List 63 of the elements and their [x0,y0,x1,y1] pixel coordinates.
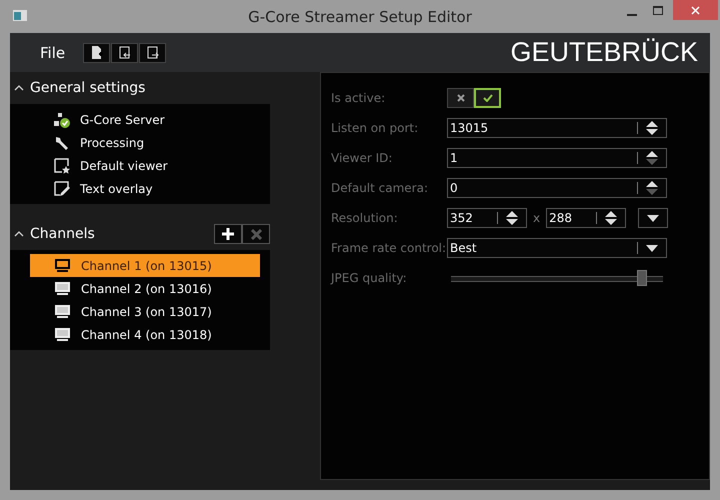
channel-item[interactable]: Channel 3 (on 13017) [30,300,260,323]
slider-thumb[interactable] [636,270,647,286]
field-label: Default camera: [331,181,430,195]
collapse-caret-icon[interactable] [14,85,24,91]
number-field[interactable]: 288 [546,208,626,228]
dropdown-arrow-icon[interactable] [647,214,660,222]
add-button[interactable] [214,224,242,244]
spin-arrows-icon[interactable] [645,120,659,136]
off-button[interactable] [447,88,474,108]
spin-arrows-icon[interactable] [604,210,618,226]
field-label: JPEG quality: [331,271,408,285]
section-title: Channels [30,226,96,242]
number-field[interactable]: 13015 [447,118,667,138]
settings-item[interactable]: G-Core Server [10,108,270,131]
export-icon [146,46,159,59]
new-file-icon [90,46,103,59]
close-button[interactable] [673,0,718,20]
export-button[interactable] [139,42,166,62]
close-icon [456,94,464,102]
dropdown-arrow-icon[interactable] [646,244,658,252]
on-button[interactable] [474,88,501,108]
plus-icon [222,228,234,240]
window-pencil-icon [54,180,70,196]
channel-item[interactable]: Channel 1 (on 13015) [30,254,260,277]
spin-arrows-icon[interactable] [645,150,659,166]
section-title: General settings [30,80,146,96]
channel-item[interactable]: Channel 4 (on 13018) [30,323,260,346]
import-button[interactable] [111,42,138,62]
separator-text: x [533,211,540,225]
channel-item[interactable]: Channel 2 (on 13016) [30,277,260,300]
settings-item[interactable]: Default viewer [10,154,270,177]
collapse-caret-icon[interactable] [14,231,24,237]
number-field[interactable]: 1 [447,148,667,168]
spin-arrows-icon[interactable] [645,180,659,196]
server-check-icon [54,112,70,128]
check-icon [482,94,492,102]
field-label: Listen on port: [331,121,420,135]
maximize-icon[interactable] [653,6,663,15]
monitor-icon [54,281,71,296]
number-field[interactable]: 0 [447,178,667,198]
new-file-button[interactable] [83,42,110,62]
spin-arrows-icon[interactable] [505,210,519,226]
close-icon [250,228,262,240]
field-label: Resolution: [331,211,399,225]
number-field[interactable]: 352 [447,208,527,228]
close-icon [691,6,700,14]
app-icon [13,10,27,21]
settings-item[interactable]: Text overlay [10,177,270,200]
window-star-icon [54,158,70,174]
monitor-icon [54,327,71,342]
dropdown-field[interactable]: Best [447,238,667,258]
field-label: Viewer ID: [331,151,394,165]
wrench-icon [54,134,70,150]
brand-logo: GEUTEBRÜCK [510,37,698,68]
import-icon [118,46,131,59]
dropdown-button[interactable] [638,208,668,228]
window-title: G-Core Streamer Setup Editor [248,8,472,26]
settings-item[interactable]: Processing [10,131,270,154]
file-menu[interactable]: File [40,44,66,62]
field-label: Frame rate control: [331,241,447,255]
monitor-icon [54,258,71,273]
monitor-icon [54,304,71,319]
field-label: Is active: [331,91,386,105]
